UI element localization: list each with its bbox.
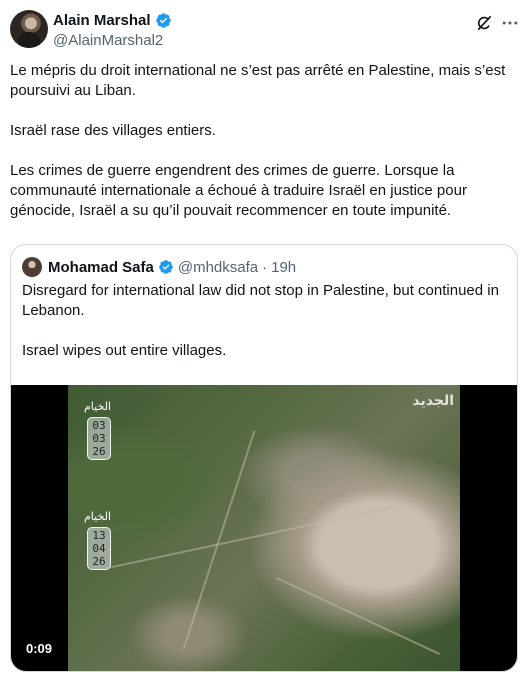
road-line [111,503,405,569]
date-day: 13 [92,529,106,542]
channel-logo: الجديد [412,393,454,409]
quoted-author-handle[interactable]: @mhdksafa [178,259,258,276]
date-stamp: 03 03 26 [87,417,111,460]
road-line [182,430,256,650]
tweet-paragraph: Les crimes de guerre engendrent des crim… [10,162,467,219]
date-month: 04 [92,542,106,555]
verified-badge-icon [155,13,171,28]
tweet-header: Alain Marshal @AlainMarshal2 [10,10,520,50]
date-day: 03 [92,419,106,432]
quoted-author-display-name[interactable]: Mohamad Safa [48,259,154,276]
author-handle[interactable]: @AlainMarshal2 [53,32,172,49]
separator-dot: · [262,258,268,276]
tweet-paragraph: Israël rase des villages entiers. [10,122,216,139]
quoted-tweet-time[interactable]: 19h [271,259,296,276]
more-options-icon[interactable] [500,13,520,33]
quoted-tweet-header: Mohamad Safa @mhdksafa · 19h [22,257,296,277]
quoted-author-avatar[interactable] [22,257,42,277]
video-player[interactable]: الخيام 03 03 26 الخيام 13 04 26 الجديد 0… [11,385,517,671]
video-duration: 0:09 [26,641,53,656]
verified-badge-icon [159,260,173,274]
date-stamp: 13 04 26 [87,527,111,570]
place-label: الخيام [84,510,111,523]
date-year: 26 [92,445,106,458]
quoted-tweet-paragraph: Disregard for international law did not … [22,282,499,319]
quoted-tweet[interactable]: Mohamad Safa @mhdksafa · 19h Disregard f… [10,244,518,672]
author-info: Alain Marshal @AlainMarshal2 [53,11,172,49]
tweet-paragraph: Le mépris du droit international ne s’es… [10,62,506,99]
road-line [276,577,440,655]
satellite-video-frame: الخيام 03 03 26 الخيام 13 04 26 الجديد [68,385,460,671]
date-year: 26 [92,555,106,568]
date-month: 03 [92,432,106,445]
author-display-name[interactable]: Alain Marshal [53,12,151,29]
quoted-tweet-paragraph: Israel wipes out entire villages. [22,342,227,359]
author-avatar[interactable] [10,10,48,48]
place-label: الخيام [84,400,111,413]
grok-icon[interactable] [474,13,494,33]
tweet-text: Le mépris du droit international ne s’es… [10,61,520,221]
quoted-tweet-text: Disregard for international law did not … [22,281,508,401]
